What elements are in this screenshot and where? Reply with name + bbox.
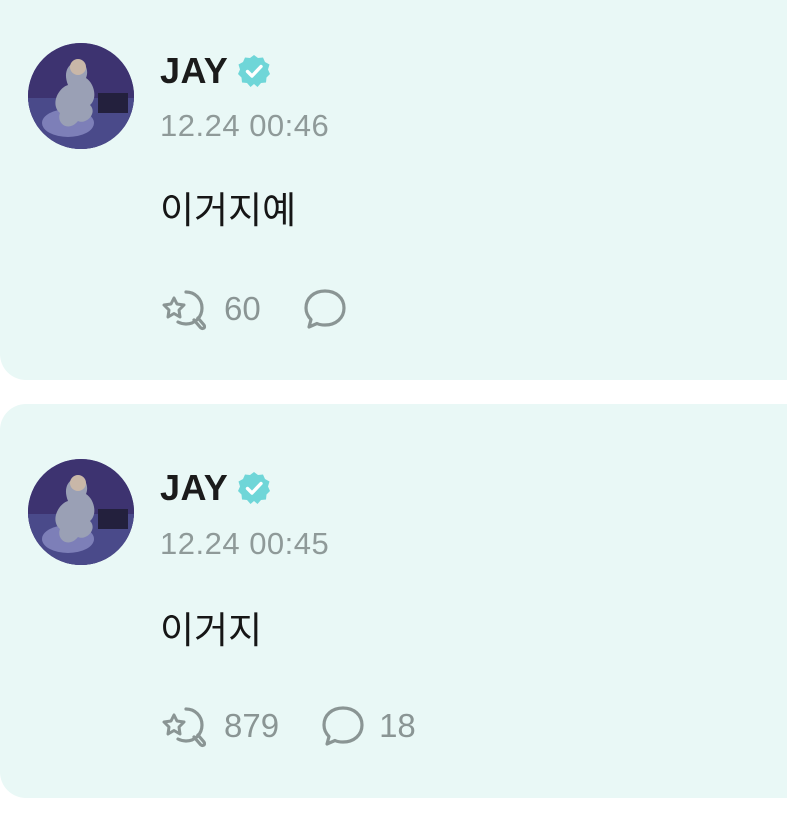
comment-count: 18	[379, 707, 416, 744]
post-timestamp: 12.24 00:45	[160, 526, 330, 561]
comment-bubble-icon	[304, 289, 346, 329]
like-count: 60	[224, 290, 261, 327]
avatar-image	[28, 43, 134, 149]
avatar[interactable]	[28, 43, 134, 149]
author-name[interactable]: JAY	[160, 467, 228, 509]
author-row: JAY	[160, 50, 272, 92]
comment-button[interactable]: 18	[319, 703, 416, 749]
post-card[interactable]: JAY 12.24 00:45 이거지 879 18	[0, 404, 787, 798]
sparkle-chat-icon	[162, 707, 207, 748]
like-button[interactable]: 60	[160, 286, 261, 332]
post-actions: 60	[160, 284, 401, 334]
like-count: 879	[224, 707, 280, 744]
post-content: 이거지	[160, 610, 263, 651]
post-card[interactable]: JAY 12.24 00:46 이거지예 60	[0, 0, 787, 380]
comment-bubble-icon	[322, 706, 364, 746]
avatar-image	[28, 459, 134, 565]
author-name[interactable]: JAY	[160, 50, 228, 92]
comment-button[interactable]	[301, 286, 361, 332]
post-actions: 879 18	[160, 701, 456, 751]
sparkle-chat-icon	[162, 290, 207, 331]
post-timestamp: 12.24 00:46	[160, 108, 330, 143]
post-content: 이거지예	[160, 190, 297, 231]
avatar[interactable]	[28, 459, 134, 565]
verified-badge-icon	[238, 472, 271, 504]
like-button[interactable]: 879	[160, 703, 279, 749]
author-row: JAY	[160, 467, 272, 509]
verified-badge-icon	[238, 55, 271, 87]
post-feed: JAY 12.24 00:46 이거지예 60 JAY 12.24 00:45 …	[0, 0, 787, 821]
